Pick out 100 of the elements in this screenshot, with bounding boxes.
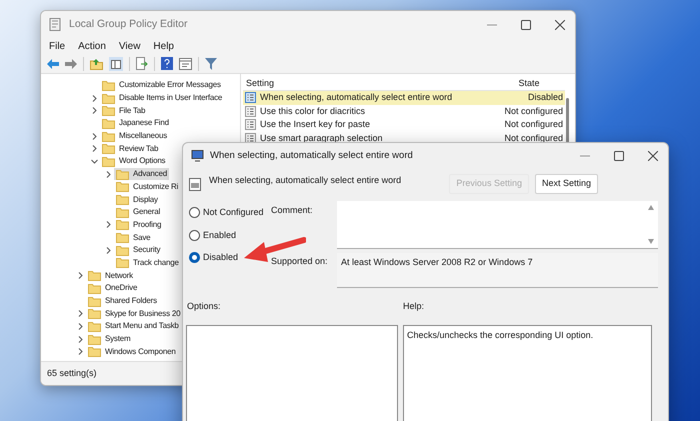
help-icon[interactable] [161, 57, 173, 70]
tree-item[interactable]: Word Options [100, 155, 168, 168]
options-label: Options: [187, 300, 222, 313]
folder-icon [88, 270, 101, 282]
folder-icon [88, 296, 101, 307]
folder-icon [102, 118, 115, 129]
tree-item[interactable]: OneDrive [86, 282, 140, 294]
menu-item[interactable]: Action [78, 38, 106, 54]
state-cell-text: Not configured [503, 118, 564, 131]
folder-icon [102, 156, 115, 167]
setting-heading: When selecting, automatically select entire word [209, 174, 402, 187]
forward-arrow-icon[interactable] [65, 58, 77, 68]
scroll-up-icon[interactable] [648, 205, 654, 210]
folder-icon [88, 346, 101, 358]
setting-name: When selecting, automatically select entire word [260, 91, 452, 104]
folder-up-icon[interactable] [90, 58, 103, 70]
folder-icon [116, 232, 129, 244]
radio-label: Enabled [203, 228, 236, 242]
folder-icon [88, 308, 101, 320]
tree-item[interactable]: Start Menu and Taskb [86, 320, 181, 332]
radio-button[interactable] [189, 207, 200, 218]
app-icon [49, 18, 61, 31]
chevron-icon[interactable] [104, 221, 112, 228]
comment-field[interactable] [337, 201, 658, 249]
folder-icon [88, 282, 101, 294]
radio-button[interactable] [189, 252, 200, 264]
menu-item[interactable]: View [118, 38, 140, 54]
folder-icon [102, 80, 115, 91]
folder-icon [102, 105, 115, 116]
window-title: Local Group Policy Editor [69, 16, 188, 32]
tree-item[interactable]: Miscellaneous [100, 130, 170, 142]
table-row[interactable]: When selecting, automatically select entire word Disabled [243, 91, 565, 104]
column-header[interactable]: Setting [243, 76, 493, 90]
menu-item[interactable]: Help [153, 38, 174, 54]
tree-item[interactable]: Proofing [114, 218, 164, 231]
tree-item[interactable]: Review Tab [100, 142, 160, 155]
export-list-icon[interactable] [136, 57, 148, 70]
tree-item[interactable]: Japanese Find [100, 117, 171, 130]
next-setting-button[interactable]: Next Setting [534, 174, 598, 194]
status-text: 65 setting(s) [47, 366, 97, 380]
tree-item[interactable]: Security [114, 244, 162, 256]
chevron-icon[interactable] [104, 246, 112, 254]
folder-icon [88, 320, 101, 332]
computer-icon [191, 150, 204, 162]
tree-item[interactable]: Display [114, 194, 160, 206]
tree-item[interactable]: Save [114, 232, 152, 244]
policy-icon [245, 106, 256, 117]
close-icon[interactable] [555, 20, 565, 30]
tree-item[interactable]: File Tab [100, 104, 148, 117]
maximize-icon[interactable] [521, 20, 531, 30]
setting-name: Use this color for diacritics [260, 104, 366, 118]
tree-item[interactable]: Windows Componen [86, 346, 178, 358]
tree-item[interactable]: Track change [114, 256, 181, 269]
setting-icon [189, 178, 201, 190]
radio-button[interactable] [189, 230, 200, 241]
folder-icon [102, 143, 115, 154]
table-row[interactable]: Use this color for diacritics Not configured [243, 104, 565, 118]
radio-label: Disabled [203, 251, 238, 264]
folder-icon [88, 334, 101, 345]
tree-item[interactable]: Customizable Error Messages [100, 79, 223, 92]
policy-icon [245, 119, 256, 130]
folder-icon [102, 130, 115, 142]
back-arrow-icon[interactable] [47, 58, 59, 68]
state-cell-text: Not configured [503, 104, 564, 118]
folder-icon [116, 168, 129, 180]
folder-icon [116, 206, 129, 218]
supported-label: Supported on: [271, 255, 329, 268]
maximize-icon[interactable] [614, 151, 624, 161]
tree-item[interactable]: System [86, 333, 132, 346]
filter-icon[interactable] [205, 58, 217, 70]
policy-icon [245, 92, 256, 104]
column-header[interactable]: State [493, 76, 565, 90]
help-text: Checks/unchecks the corresponding UI option. [407, 330, 594, 340]
help-label: Help: [403, 300, 424, 313]
tree-item[interactable]: Shared Folders [86, 295, 159, 308]
folder-icon [116, 244, 129, 256]
radio-label: Not Configured [203, 206, 264, 219]
folder-icon [116, 194, 129, 206]
tree-item[interactable]: Customize Ri [114, 180, 180, 193]
chevron-icon[interactable] [76, 272, 84, 280]
tree-pane-icon[interactable] [109, 56, 123, 70]
scroll-down-icon[interactable] [648, 239, 654, 244]
tree-item[interactable]: Network [86, 270, 135, 282]
tree-item[interactable]: Skype for Business 20 [86, 308, 182, 320]
dialog-title: When selecting, automatically select entire word [210, 148, 414, 163]
setting-name: Use smart paragraph selection [260, 132, 383, 144]
folder-icon [116, 219, 129, 230]
comment-label: Comment: [271, 204, 314, 217]
table-row[interactable]: Use the Insert key for paste Not configured [243, 118, 565, 132]
properties-icon[interactable] [179, 58, 192, 70]
close-icon[interactable] [648, 151, 658, 161]
menu-item[interactable]: File [49, 38, 66, 54]
state-cell-text: Not configured [503, 132, 564, 144]
setting-name: Use the Insert key for paste [260, 118, 370, 131]
folder-icon [102, 92, 115, 104]
state-cell-text: Disabled [526, 91, 564, 104]
tree-item[interactable]: General [114, 206, 162, 218]
folder-icon [116, 257, 129, 268]
tree-item[interactable]: Disable Items in User Interface [100, 92, 224, 104]
tree-item[interactable]: Advanced [114, 168, 169, 180]
